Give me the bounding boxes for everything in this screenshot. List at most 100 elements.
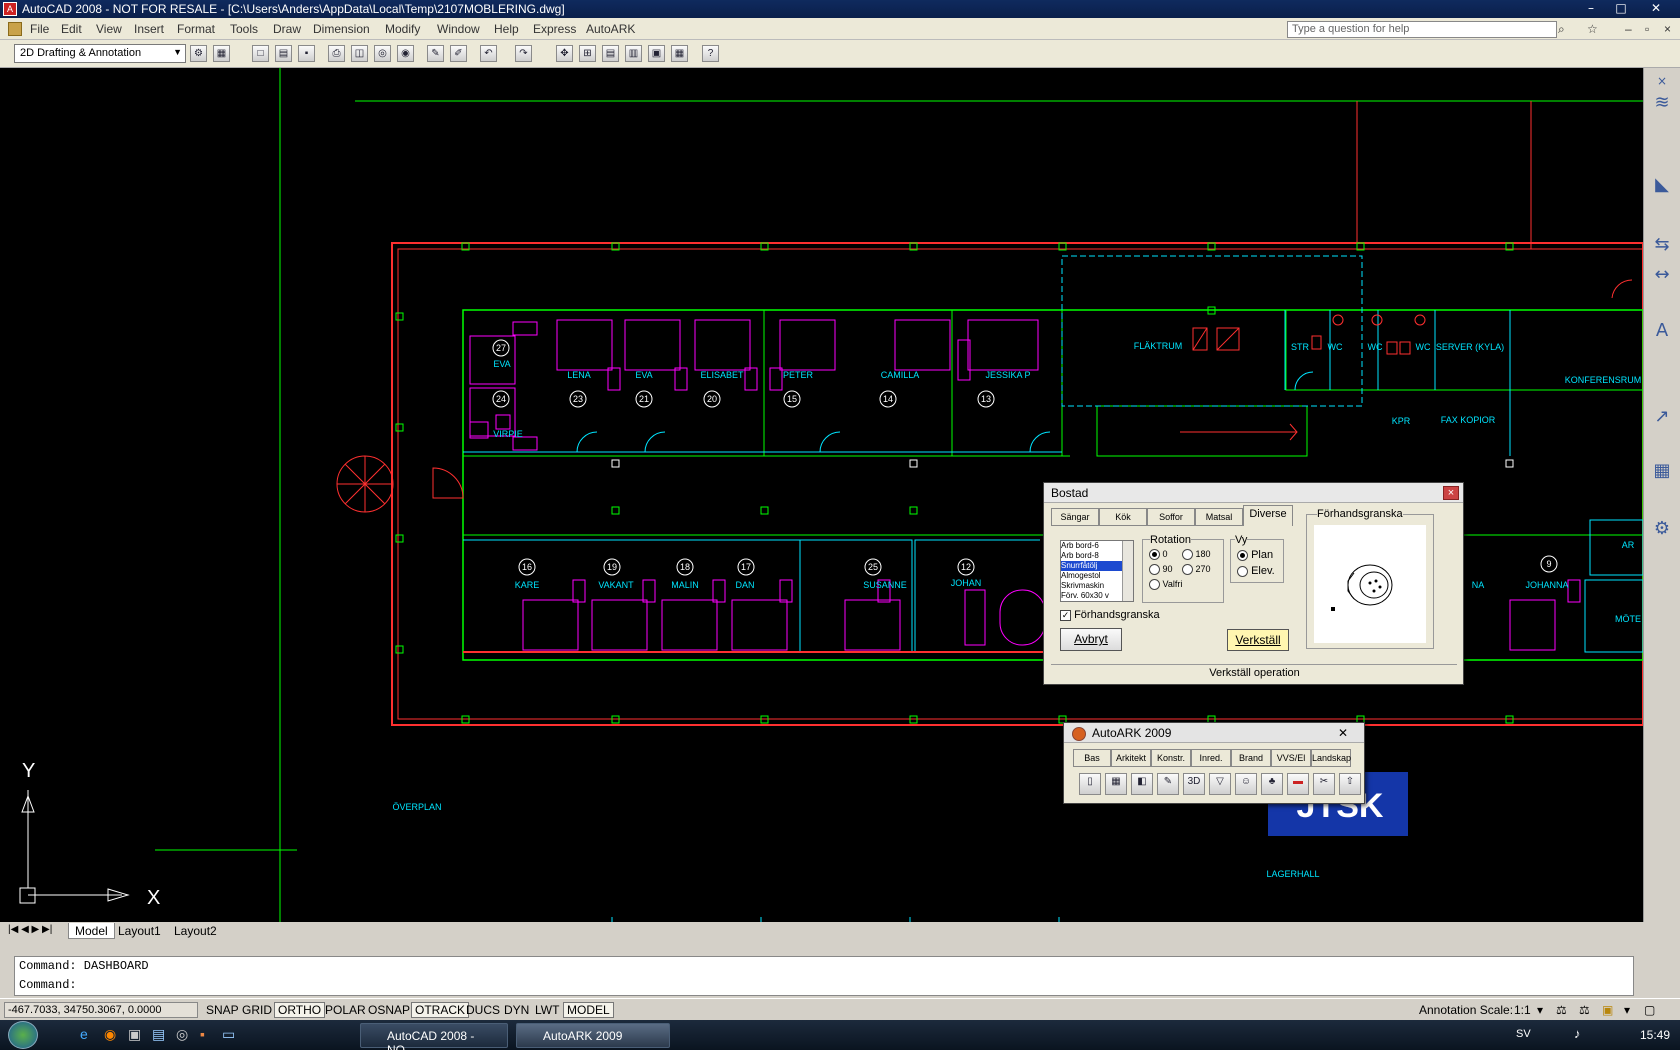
open-icon[interactable]: ▤ xyxy=(275,45,292,62)
cancel-button[interactable]: Avbryt xyxy=(1060,628,1122,651)
rot-0-radio[interactable]: 0 xyxy=(1149,549,1168,561)
auto-scale-icon[interactable]: ⚖ xyxy=(1575,1002,1594,1018)
tab-sangar[interactable]: Sängar xyxy=(1051,508,1099,526)
workspace-select[interactable]: 2D Drafting & Annotation ▼ xyxy=(14,44,186,63)
draw-panel-icon[interactable]: ◣ xyxy=(1651,174,1673,196)
tab-inred[interactable]: Inred. xyxy=(1191,749,1231,767)
snap-toggle[interactable]: SNAP xyxy=(202,1002,243,1018)
menu-modify[interactable]: Modify xyxy=(385,22,420,36)
clean-screen-icon[interactable]: ▢ xyxy=(1640,1002,1659,1018)
firefox-icon[interactable]: ◉ xyxy=(104,1026,116,1043)
ortho-toggle[interactable]: ORTHO xyxy=(274,1002,326,1018)
3d-navigate-icon[interactable]: ⇆ xyxy=(1651,234,1673,256)
tools-icon[interactable]: ✂ xyxy=(1313,773,1335,795)
tab-konstr[interactable]: Konstr. xyxy=(1151,749,1191,767)
close-button[interactable]: ✕ xyxy=(1645,1,1667,16)
tray-settings-icon[interactable]: ▾ xyxy=(1620,1002,1634,1018)
pan-icon[interactable]: ✥ xyxy=(556,45,573,62)
tab-arkitekt[interactable]: Arkitekt xyxy=(1111,749,1151,767)
design-center-icon[interactable]: ▥ xyxy=(625,45,642,62)
vy-plan-radio[interactable]: Plan xyxy=(1237,549,1273,561)
vy-elev-radio[interactable]: Elev. xyxy=(1237,565,1275,577)
dwf-icon[interactable]: ◉ xyxy=(397,45,414,62)
bostad-close-button[interactable]: × xyxy=(1443,486,1459,500)
help-search-input[interactable]: Type a question for help xyxy=(1287,21,1557,38)
door-icon[interactable]: ▯ xyxy=(1079,773,1101,795)
coordinates-display[interactable]: -467.7033, 34750.3067, 0.0000 xyxy=(4,1002,198,1018)
tab-vvs-el[interactable]: VVS/El xyxy=(1271,749,1311,767)
window-tool-icon[interactable]: ▦ xyxy=(1105,773,1127,795)
osnap-toggle[interactable]: OSNAP xyxy=(364,1002,414,1018)
language-indicator[interactable]: SV xyxy=(1516,1028,1531,1040)
text-icon[interactable]: A xyxy=(1651,320,1673,342)
menu-window[interactable]: Window xyxy=(437,22,480,36)
tab-layout1[interactable]: Layout1 xyxy=(112,923,167,939)
table-icon[interactable]: ▦ xyxy=(1651,460,1673,482)
workspace-icon[interactable]: ▦ xyxy=(213,45,230,62)
preview-checkbox[interactable]: ✓ Förhandsgranska xyxy=(1060,609,1160,621)
show-desktop-icon[interactable]: ▭ xyxy=(222,1026,235,1043)
menu-view[interactable]: View xyxy=(96,22,122,36)
arrow-up-icon[interactable]: ⇧ xyxy=(1339,773,1361,795)
help-icon[interactable]: ? xyxy=(702,45,719,62)
menu-help[interactable]: Help xyxy=(494,22,519,36)
tab-model[interactable]: Model xyxy=(68,923,115,939)
annotation-visibility-icon[interactable]: ⚖ xyxy=(1552,1002,1571,1018)
menu-file[interactable]: File xyxy=(30,22,49,36)
chevron-down-icon[interactable]: ▼ xyxy=(173,47,182,57)
grid-toggle[interactable]: GRID xyxy=(238,1002,276,1018)
multileader-icon[interactable]: ↗ xyxy=(1651,406,1673,428)
quicklaunch-icon[interactable]: ◎ xyxy=(176,1026,188,1043)
start-button[interactable] xyxy=(8,1021,38,1049)
tab-landskap[interactable]: Landskap xyxy=(1311,749,1351,767)
task-autocad[interactable]: AutoCAD 2008 - NO... xyxy=(360,1023,508,1050)
rot-270-radio[interactable]: 270 xyxy=(1182,564,1211,576)
tree-icon[interactable]: ♣ xyxy=(1261,773,1283,795)
box-icon[interactable]: ◧ xyxy=(1131,773,1153,795)
settings-icon[interactable]: ⚙ xyxy=(1651,518,1673,540)
chevron-down-icon[interactable]: ▾ xyxy=(1533,1002,1547,1018)
menu-express[interactable]: Express xyxy=(533,22,576,36)
quicklaunch-icon[interactable]: ▤ xyxy=(152,1026,165,1043)
lwt-toggle[interactable]: LWT xyxy=(531,1002,563,1018)
autocad-app-icon[interactable]: A xyxy=(3,2,17,16)
task-autoark[interactable]: AutoARK 2009 xyxy=(516,1023,670,1048)
panel-close-icon[interactable]: × xyxy=(1651,70,1673,92)
tab-matsal[interactable]: Matsal xyxy=(1195,508,1243,526)
pencil-icon[interactable]: ✎ xyxy=(1157,773,1179,795)
star-icon[interactable]: ☆ xyxy=(1587,22,1598,36)
command-input[interactable]: Command: xyxy=(15,976,1633,995)
volume-icon[interactable]: ♪ xyxy=(1574,1026,1581,1041)
quicklaunch-icon[interactable]: ▪ xyxy=(200,1026,205,1042)
menu-format[interactable]: Format xyxy=(177,22,215,36)
save-icon[interactable]: ▪ xyxy=(298,45,315,62)
brush-icon[interactable]: ✐ xyxy=(450,45,467,62)
zoom-icon[interactable]: ⊞ xyxy=(579,45,596,62)
tab-brand[interactable]: Brand xyxy=(1231,749,1271,767)
apply-button[interactable]: Verkställ xyxy=(1227,629,1289,651)
match-properties-icon[interactable]: ✎ xyxy=(427,45,444,62)
tab-nav-first-icon[interactable]: |◀ ◀ ▶ ▶| xyxy=(2,923,58,939)
search-icon[interactable]: ⌕ xyxy=(1558,22,1565,37)
car-icon[interactable]: ▬ xyxy=(1287,773,1309,795)
tab-layout2[interactable]: Layout2 xyxy=(168,923,223,939)
doc-minimize-button[interactable]: – xyxy=(1625,22,1632,36)
annotation-scale-select[interactable]: 1:1 xyxy=(1510,1002,1535,1018)
plot-preview-icon[interactable]: ◫ xyxy=(351,45,368,62)
doc-restore-button[interactable]: ▫ xyxy=(1645,22,1649,36)
publish-icon[interactable]: ◎ xyxy=(374,45,391,62)
filter-icon[interactable]: ▽ xyxy=(1209,773,1231,795)
doc-close-button[interactable]: × xyxy=(1664,22,1671,36)
3d-button[interactable]: 3D xyxy=(1183,773,1205,795)
rot-90-radio[interactable]: 90 xyxy=(1149,564,1173,576)
clock[interactable]: 15:49 xyxy=(1640,1028,1670,1042)
otrack-toggle[interactable]: OTRACK xyxy=(411,1002,470,1018)
tab-bas[interactable]: Bas xyxy=(1073,749,1111,767)
tab-soffor[interactable]: Soffor xyxy=(1147,508,1195,526)
layers-icon[interactable]: ≋ xyxy=(1651,92,1673,114)
menu-autoark[interactable]: AutoARK xyxy=(586,22,635,36)
tab-diverse[interactable]: Diverse xyxy=(1243,505,1293,526)
polar-toggle[interactable]: POLAR xyxy=(321,1002,370,1018)
print-icon[interactable]: ⎙ xyxy=(328,45,345,62)
redo-icon[interactable]: ↷ xyxy=(515,45,532,62)
